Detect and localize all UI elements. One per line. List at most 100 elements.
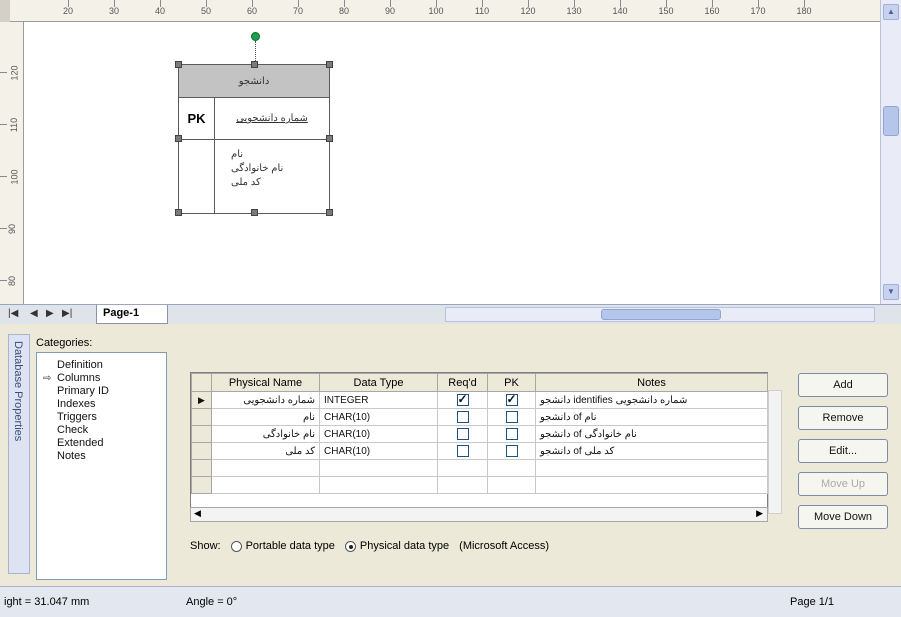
cell-physical-name[interactable]: شماره دانشجویی	[211, 391, 320, 409]
empty-cell[interactable]	[319, 459, 438, 477]
pk-checkbox[interactable]	[505, 411, 518, 423]
table-row-empty[interactable]	[191, 459, 768, 477]
header-notes[interactable]: Notes	[535, 373, 768, 392]
table-row[interactable]: نام CHAR(10) دانشجو of نام	[191, 408, 768, 426]
row-selector[interactable]	[191, 476, 212, 494]
portable-radio[interactable]	[230, 540, 242, 552]
pk-checkbox[interactable]	[505, 393, 518, 406]
move-down-button[interactable]: Move Down	[798, 505, 888, 529]
empty-cell[interactable]	[437, 459, 488, 477]
row-selector[interactable]	[191, 408, 212, 426]
scroll-down-icon[interactable]: ▼	[883, 284, 899, 300]
row-selector[interactable]	[191, 459, 212, 477]
vertical-scrollbar[interactable]: ▲ ▼	[880, 0, 901, 304]
header-physical-name[interactable]: Physical Name	[211, 373, 320, 392]
grid-horizontal-scrollbar[interactable]: ◀ ▶	[190, 507, 768, 522]
empty-cell[interactable]	[211, 476, 320, 494]
scroll-thumb[interactable]	[601, 309, 721, 320]
header-data-type[interactable]: Data Type	[319, 373, 438, 392]
rotation-handle[interactable]	[251, 32, 260, 41]
add-button[interactable]: Add	[798, 373, 888, 397]
header-reqd[interactable]: Req'd	[437, 373, 488, 392]
resize-handle[interactable]	[326, 135, 333, 142]
cell-notes[interactable]: دانشجو identifies شماره دانشجویی	[535, 391, 768, 409]
resize-handle[interactable]	[326, 61, 333, 68]
last-page-icon[interactable]: ▶|	[62, 308, 72, 319]
cell-notes[interactable]: دانشجو of کد ملی	[535, 442, 768, 460]
reqd-checkbox[interactable]	[456, 411, 469, 423]
resize-handle[interactable]	[251, 61, 258, 68]
cell-pk[interactable]	[487, 408, 536, 426]
cell-data-type[interactable]: INTEGER	[319, 391, 438, 409]
cell-reqd[interactable]	[437, 391, 488, 409]
category-primary-id[interactable]: Primary ID	[41, 385, 166, 398]
entity-shape[interactable]: دانشجو PK شماره دانشجویی نام نام خانوادگ…	[178, 64, 330, 214]
properties-side-title[interactable]: Database Properties	[8, 334, 30, 574]
current-row-icon[interactable]: ▶	[191, 391, 212, 409]
scroll-left-icon[interactable]: ◀	[194, 508, 201, 519]
resize-handle[interactable]	[175, 135, 182, 142]
table-row[interactable]: کد ملی CHAR(10) دانشجو of کد ملی	[191, 442, 768, 460]
category-notes[interactable]: Notes	[41, 450, 166, 463]
portable-data-type-option[interactable]: Portable data type	[230, 540, 335, 552]
columns-grid[interactable]: Physical Name Data Type Req'd PK Notes ▶…	[190, 372, 768, 514]
move-up-button[interactable]: Move Up	[798, 472, 888, 496]
cell-notes[interactable]: دانشجو of نام خانوادگی	[535, 425, 768, 443]
empty-cell[interactable]	[487, 476, 536, 494]
category-indexes[interactable]: Indexes	[41, 398, 166, 411]
horizontal-scrollbar[interactable]	[445, 307, 875, 322]
tab-page-1[interactable]: Page-1	[96, 305, 168, 324]
empty-cell[interactable]	[319, 476, 438, 494]
row-selector[interactable]	[191, 425, 212, 443]
table-row[interactable]: نام خانوادگی CHAR(10) دانشجو of نام خانو…	[191, 425, 768, 443]
pk-checkbox[interactable]	[505, 428, 518, 440]
cell-pk[interactable]	[487, 425, 536, 443]
empty-cell[interactable]	[487, 459, 536, 477]
reqd-checkbox[interactable]	[456, 445, 469, 457]
physical-data-type-option[interactable]: Physical data type	[344, 540, 449, 552]
cell-data-type[interactable]: CHAR(10)	[319, 442, 438, 460]
remove-button[interactable]: Remove	[798, 406, 888, 430]
categories-list[interactable]: Definition ⇨ Columns Primary ID Indexes T…	[36, 352, 167, 580]
prev-page-icon[interactable]: ◀	[30, 308, 38, 319]
scroll-right-icon[interactable]: ▶	[756, 508, 763, 519]
first-page-icon[interactable]: |◀	[8, 308, 18, 319]
category-extended[interactable]: Extended	[41, 437, 166, 450]
scroll-up-icon[interactable]: ▲	[883, 4, 899, 20]
empty-cell[interactable]	[535, 476, 768, 494]
category-definition[interactable]: Definition	[41, 359, 166, 372]
resize-handle[interactable]	[175, 209, 182, 216]
reqd-checkbox[interactable]	[456, 428, 469, 440]
empty-cell[interactable]	[437, 476, 488, 494]
cell-pk[interactable]	[487, 391, 536, 409]
edit-button[interactable]: Edit...	[798, 439, 888, 463]
resize-handle[interactable]	[175, 61, 182, 68]
empty-cell[interactable]	[535, 459, 768, 477]
cell-physical-name[interactable]: کد ملی	[211, 442, 320, 460]
resize-handle[interactable]	[251, 209, 258, 216]
header-pk[interactable]: PK	[487, 373, 536, 392]
next-page-icon[interactable]: ▶	[46, 308, 54, 319]
category-triggers[interactable]: Triggers	[41, 411, 166, 424]
cell-pk[interactable]	[487, 442, 536, 460]
table-row[interactable]: ▶ شماره دانشجویی INTEGER دانشجو identifi…	[191, 391, 768, 409]
table-row-empty[interactable]	[191, 476, 768, 494]
cell-reqd[interactable]	[437, 408, 488, 426]
row-selector[interactable]	[191, 442, 212, 460]
cell-reqd[interactable]	[437, 442, 488, 460]
cell-physical-name[interactable]: نام خانوادگی	[211, 425, 320, 443]
category-check[interactable]: Check	[41, 424, 166, 437]
category-columns[interactable]: ⇨ Columns	[41, 372, 166, 385]
grid-vertical-scrollbar[interactable]	[768, 390, 782, 514]
empty-cell[interactable]	[211, 459, 320, 477]
drawing-canvas[interactable]	[24, 22, 880, 304]
pk-checkbox[interactable]	[505, 445, 518, 457]
scroll-thumb[interactable]	[883, 106, 899, 136]
reqd-checkbox[interactable]	[456, 393, 469, 406]
resize-handle[interactable]	[326, 209, 333, 216]
physical-radio[interactable]	[344, 540, 356, 552]
cell-notes[interactable]: دانشجو of نام	[535, 408, 768, 426]
cell-physical-name[interactable]: نام	[211, 408, 320, 426]
cell-reqd[interactable]	[437, 425, 488, 443]
cell-data-type[interactable]: CHAR(10)	[319, 408, 438, 426]
